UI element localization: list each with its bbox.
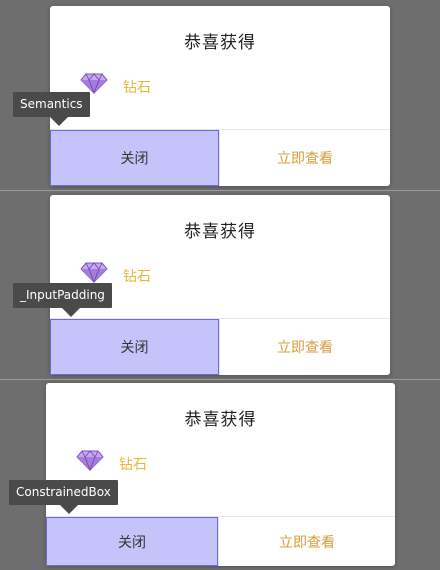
close-button[interactable]: 关闭 [50, 319, 219, 375]
diamond-icon [80, 262, 108, 283]
reward-dialog: 恭喜获得 钻石 关闭 立即查看 [46, 383, 395, 566]
widget-inspector-tooltip: _InputPadding [13, 283, 112, 317]
screenshot-panel-1: 恭喜获得 钻石 关闭 立即查看 Semantics [0, 0, 440, 190]
reward-label: 钻石 [123, 80, 151, 96]
screenshot-panel-2: 恭喜获得 钻石 关闭 立即查看 _InputPadding [0, 191, 440, 379]
dialog-title: 恭喜获得 [184, 410, 257, 430]
view-now-button[interactable]: 立即查看 [220, 319, 390, 375]
dialog-title: 恭喜获得 [184, 33, 256, 53]
view-now-button[interactable]: 立即查看 [219, 517, 395, 566]
widget-inspector-tooltip: Semantics [13, 92, 90, 126]
tooltip-label: _InputPadding [20, 288, 105, 302]
reward-label: 钻石 [119, 457, 147, 473]
diamond-icon [80, 73, 108, 94]
tooltip-arrow [62, 308, 80, 317]
reward-dialog: 恭喜获得 钻石 关闭 立即查看 [50, 6, 390, 186]
view-now-button[interactable]: 立即查看 [220, 130, 390, 186]
close-button[interactable]: 关闭 [46, 517, 218, 566]
diamond-icon [76, 450, 104, 471]
dialog-title: 恭喜获得 [184, 222, 256, 242]
tooltip-arrow [50, 117, 68, 126]
close-button[interactable]: 关闭 [50, 130, 219, 186]
tooltip-label: Semantics [20, 97, 83, 111]
reward-label: 钻石 [123, 269, 151, 285]
screenshot-panel-3: 恭喜获得 钻石 关闭 立即查看 ConstrainedBox [0, 380, 440, 570]
widget-inspector-tooltip: ConstrainedBox [9, 480, 118, 514]
tooltip-label: ConstrainedBox [16, 485, 111, 499]
tooltip-arrow [60, 505, 78, 514]
